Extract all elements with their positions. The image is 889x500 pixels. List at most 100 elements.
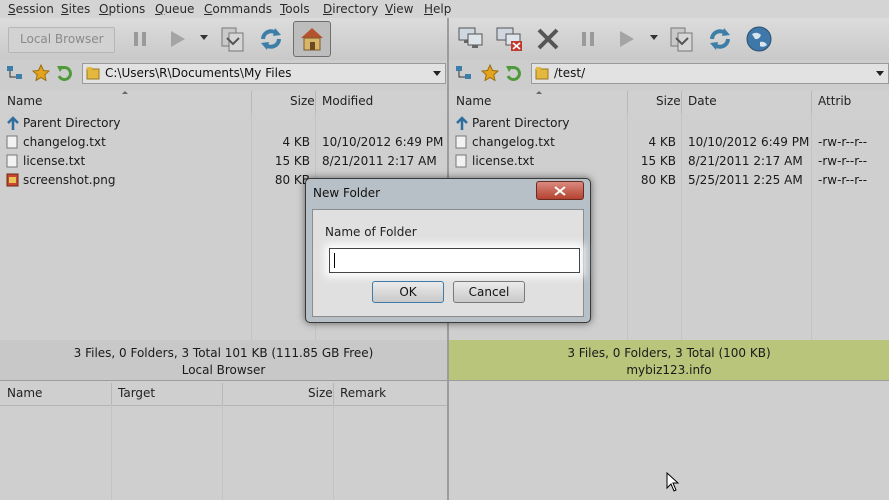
file-size: 4 KB bbox=[648, 135, 676, 149]
new-folder-dialog: New Folder Name of Folder OK Cancel bbox=[305, 178, 591, 323]
local-status-text: 3 Files, 0 Folders, 3 Total 101 KB (111.… bbox=[73, 346, 374, 360]
file-name: changelog.txt bbox=[23, 135, 106, 149]
dialog-title: New Folder bbox=[313, 186, 381, 200]
parent-directory-icon bbox=[6, 116, 20, 134]
text-file-icon bbox=[6, 135, 18, 149]
menu-sites[interactable]: Sites bbox=[61, 2, 90, 16]
queue-col-name[interactable]: Name bbox=[7, 386, 42, 400]
remote-col-attrib[interactable]: Attrib bbox=[818, 94, 851, 108]
horizontal-divider[interactable] bbox=[0, 380, 889, 381]
menu-queue[interactable]: Queue bbox=[155, 2, 194, 16]
file-date: 8/21/2011 2:17 AM bbox=[688, 154, 803, 168]
pause-icon[interactable] bbox=[123, 22, 157, 56]
list-item[interactable]: license.txt 15 KB 8/21/2011 2:17 AM bbox=[6, 153, 446, 172]
favorites-star-icon[interactable] bbox=[31, 63, 51, 84]
menu-tools[interactable]: Tools bbox=[280, 2, 310, 16]
globe-icon[interactable] bbox=[742, 22, 776, 56]
sort-up-icon bbox=[122, 91, 128, 94]
refresh-icon[interactable] bbox=[254, 22, 288, 56]
stop-icon[interactable] bbox=[531, 22, 565, 56]
col-size[interactable]: Size bbox=[290, 94, 315, 108]
up-folder-icon[interactable] bbox=[56, 64, 74, 84]
menu-session[interactable]: Session bbox=[8, 2, 54, 16]
local-browser-caption: Local Browser bbox=[181, 363, 266, 377]
home-icon[interactable] bbox=[293, 21, 331, 57]
remote-pause-icon[interactable] bbox=[571, 22, 605, 56]
ok-button[interactable]: OK bbox=[372, 281, 444, 303]
dialog-body: Name of Folder OK Cancel bbox=[312, 209, 584, 317]
remote-up-folder-icon[interactable] bbox=[505, 64, 523, 84]
menu-commands[interactable]: Commands bbox=[204, 2, 272, 16]
queue-panel: Name Target Size Remark bbox=[0, 381, 447, 500]
queue-col-target[interactable]: Target bbox=[118, 386, 155, 400]
file-date: 10/10/2012 6:49 PM bbox=[688, 135, 810, 149]
folder-name-input[interactable] bbox=[329, 248, 580, 273]
file-name: changelog.txt bbox=[472, 135, 555, 149]
remote-status-bar: 3 Files, 0 Folders, 3 Total (100 KB) myb… bbox=[449, 340, 889, 380]
remote-column-header: Name Size Date Attrib bbox=[449, 91, 889, 114]
file-date: 10/10/2012 6:49 PM bbox=[322, 135, 444, 149]
menu-options[interactable]: Options bbox=[99, 2, 145, 16]
remote-chevron-down-icon[interactable] bbox=[876, 71, 884, 76]
remote-tree-view-icon[interactable] bbox=[455, 65, 473, 84]
play-icon[interactable] bbox=[160, 22, 194, 56]
remote-col-name[interactable]: Name bbox=[456, 94, 491, 108]
list-item[interactable]: changelog.txt 4 KB 10/10/2012 6:49 PM bbox=[6, 134, 446, 153]
file-attrib: -rw-r--r-- bbox=[818, 173, 868, 187]
play-dropdown-icon[interactable] bbox=[200, 35, 208, 40]
remote-favorites-star-icon[interactable] bbox=[480, 63, 500, 84]
list-item[interactable]: changelog.txt 4 KB 10/10/2012 6:49 PM -r… bbox=[455, 134, 885, 153]
close-button[interactable] bbox=[536, 181, 584, 200]
text-file-icon bbox=[6, 154, 18, 168]
cancel-button[interactable]: Cancel bbox=[453, 281, 525, 303]
remote-path-text: /test/ bbox=[554, 66, 586, 80]
text-file-icon bbox=[455, 154, 467, 168]
menu-bar: Session Sites Options Queue Commands Too… bbox=[0, 0, 889, 18]
remote-transfer-icon[interactable] bbox=[665, 22, 699, 56]
file-size: 15 KB bbox=[274, 154, 310, 168]
image-file-icon bbox=[6, 173, 19, 187]
remote-play-icon[interactable] bbox=[609, 22, 643, 56]
col-modified[interactable]: Modified bbox=[322, 94, 373, 108]
col-name[interactable]: Name bbox=[7, 94, 42, 108]
chevron-down-icon[interactable] bbox=[433, 71, 441, 76]
local-browser-button[interactable]: Local Browser bbox=[8, 27, 115, 53]
tree-view-icon[interactable] bbox=[6, 65, 24, 84]
local-path-field[interactable]: C:\Users\R\Documents\My Files bbox=[82, 63, 446, 84]
local-status-bar: 3 Files, 0 Folders, 3 Total 101 KB (111.… bbox=[0, 340, 447, 380]
remote-refresh-icon[interactable] bbox=[703, 22, 737, 56]
local-column-header: Name Size Modified bbox=[0, 91, 447, 114]
parent-directory-label: Parent Directory bbox=[472, 116, 570, 130]
close-icon bbox=[554, 185, 566, 196]
queue-col-remark[interactable]: Remark bbox=[340, 386, 386, 400]
mouse-pointer-icon bbox=[666, 471, 680, 495]
queue-col-size[interactable]: Size bbox=[308, 386, 333, 400]
remote-col-size[interactable]: Size bbox=[656, 94, 681, 108]
file-size: 80 KB bbox=[640, 173, 676, 187]
transfer-icon[interactable] bbox=[216, 22, 250, 56]
disconnect-icon[interactable] bbox=[492, 22, 526, 56]
file-size: 80 KB bbox=[274, 173, 310, 187]
file-attrib: -rw-r--r-- bbox=[818, 154, 868, 168]
folder-name-label: Name of Folder bbox=[325, 225, 417, 239]
remote-folder-icon bbox=[535, 66, 549, 83]
remote-sort-up-icon bbox=[536, 91, 542, 94]
list-item[interactable]: Parent Directory bbox=[455, 115, 885, 134]
connect-icon[interactable] bbox=[454, 22, 488, 56]
menu-directory[interactable]: Directory bbox=[323, 2, 378, 16]
parent-directory-icon bbox=[455, 116, 469, 134]
folder-icon bbox=[86, 66, 100, 83]
menu-help[interactable]: Help bbox=[424, 2, 451, 16]
menu-view[interactable]: View bbox=[385, 2, 413, 16]
file-name: license.txt bbox=[472, 154, 535, 168]
local-browser-label: Local Browser bbox=[20, 32, 104, 46]
list-item[interactable]: license.txt 15 KB 8/21/2011 2:17 AM -rw-… bbox=[455, 153, 885, 172]
file-date: 5/25/2011 2:25 AM bbox=[688, 173, 803, 187]
text-file-icon bbox=[455, 135, 467, 149]
file-name: screenshot.png bbox=[23, 173, 116, 187]
remote-path-field[interactable]: /test/ bbox=[531, 63, 889, 84]
remote-play-dropdown-icon[interactable] bbox=[650, 35, 658, 40]
file-size: 15 KB bbox=[640, 154, 676, 168]
remote-col-date[interactable]: Date bbox=[688, 94, 717, 108]
list-item[interactable]: Parent Directory bbox=[6, 115, 446, 134]
